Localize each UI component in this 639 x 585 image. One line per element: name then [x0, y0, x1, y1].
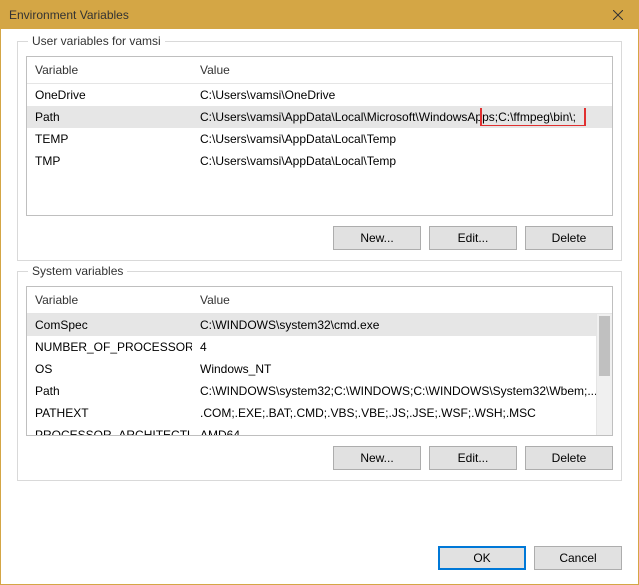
cell-value: AMD64: [192, 426, 612, 435]
column-header-value[interactable]: Value: [192, 57, 612, 83]
user-group-legend: User variables for vamsi: [28, 34, 165, 48]
delete-button[interactable]: Delete: [525, 446, 613, 470]
close-button[interactable]: [598, 1, 638, 29]
table-row[interactable]: PATHEXT .COM;.EXE;.BAT;.CMD;.VBS;.VBE;.J…: [27, 402, 612, 424]
system-button-row: New... Edit... Delete: [26, 446, 613, 470]
table-row[interactable]: Path C:\WINDOWS\system32;C:\WINDOWS;C:\W…: [27, 380, 612, 402]
cell-variable: Path: [27, 382, 192, 400]
cell-variable: Path: [27, 108, 192, 126]
dialog-footer: OK Cancel: [17, 538, 622, 574]
cell-variable: OneDrive: [27, 86, 192, 104]
table-row[interactable]: Path C:\Users\vamsi\AppData\Local\Micros…: [27, 106, 612, 128]
column-header-value[interactable]: Value: [192, 287, 612, 313]
system-table-body: ComSpec C:\WINDOWS\system32\cmd.exe NUMB…: [27, 314, 612, 435]
cell-variable: OS: [27, 360, 192, 378]
table-row[interactable]: ComSpec C:\WINDOWS\system32\cmd.exe: [27, 314, 612, 336]
scrollbar-thumb[interactable]: [599, 316, 610, 376]
ok-button[interactable]: OK: [438, 546, 526, 570]
table-row[interactable]: OneDrive C:\Users\vamsi\OneDrive: [27, 84, 612, 106]
cell-variable: TMP: [27, 152, 192, 170]
edit-button[interactable]: Edit...: [429, 446, 517, 470]
cell-value: C:\WINDOWS\system32;C:\WINDOWS;C:\WINDOW…: [192, 382, 612, 400]
cell-value: C:\Users\vamsi\OneDrive: [192, 86, 612, 104]
cell-value: 4: [192, 338, 612, 356]
delete-button[interactable]: Delete: [525, 226, 613, 250]
cell-value: Windows_NT: [192, 360, 612, 378]
user-button-row: New... Edit... Delete: [26, 226, 613, 250]
column-header-variable[interactable]: Variable: [27, 287, 192, 313]
cancel-button[interactable]: Cancel: [534, 546, 622, 570]
cell-value: C:\WINDOWS\system32\cmd.exe: [192, 316, 612, 334]
column-header-variable[interactable]: Variable: [27, 57, 192, 83]
cell-variable: ComSpec: [27, 316, 192, 334]
cell-variable: PATHEXT: [27, 404, 192, 422]
scrollbar[interactable]: [596, 314, 612, 435]
user-variables-table[interactable]: Variable Value OneDrive C:\Users\vamsi\O…: [26, 56, 613, 216]
cell-variable: NUMBER_OF_PROCESSORS: [27, 338, 192, 356]
new-button[interactable]: New...: [333, 446, 421, 470]
new-button[interactable]: New...: [333, 226, 421, 250]
close-icon: [613, 10, 623, 20]
cell-value: .COM;.EXE;.BAT;.CMD;.VBS;.VBE;.JS;.JSE;.…: [192, 404, 612, 422]
cell-variable: TEMP: [27, 130, 192, 148]
table-row[interactable]: OS Windows_NT: [27, 358, 612, 380]
dialog-content: User variables for vamsi Variable Value …: [1, 29, 638, 584]
edit-button[interactable]: Edit...: [429, 226, 517, 250]
window-title: Environment Variables: [9, 8, 598, 22]
system-variables-group: System variables Variable Value ComSpec …: [17, 271, 622, 481]
path-value-text: C:\Users\vamsi\AppData\Local\Microsoft\W…: [200, 110, 576, 124]
system-variables-table[interactable]: Variable Value ComSpec C:\WINDOWS\system…: [26, 286, 613, 436]
cell-value: C:\Users\vamsi\AppData\Local\Microsoft\W…: [192, 108, 612, 126]
user-variables-group: User variables for vamsi Variable Value …: [17, 41, 622, 261]
table-row[interactable]: PROCESSOR_ARCHITECTURE AMD64: [27, 424, 612, 435]
cell-variable: PROCESSOR_ARCHITECTURE: [27, 426, 192, 435]
cell-value: C:\Users\vamsi\AppData\Local\Temp: [192, 152, 612, 170]
cell-value: C:\Users\vamsi\AppData\Local\Temp: [192, 130, 612, 148]
system-table-header: Variable Value: [27, 287, 612, 314]
dialog-window: Environment Variables User variables for…: [0, 0, 639, 585]
table-row[interactable]: NUMBER_OF_PROCESSORS 4: [27, 336, 612, 358]
table-row[interactable]: TMP C:\Users\vamsi\AppData\Local\Temp: [27, 150, 612, 172]
title-bar: Environment Variables: [1, 1, 638, 29]
system-group-legend: System variables: [28, 264, 127, 278]
user-table-header: Variable Value: [27, 57, 612, 84]
user-table-body: OneDrive C:\Users\vamsi\OneDrive Path C:…: [27, 84, 612, 215]
table-row[interactable]: TEMP C:\Users\vamsi\AppData\Local\Temp: [27, 128, 612, 150]
